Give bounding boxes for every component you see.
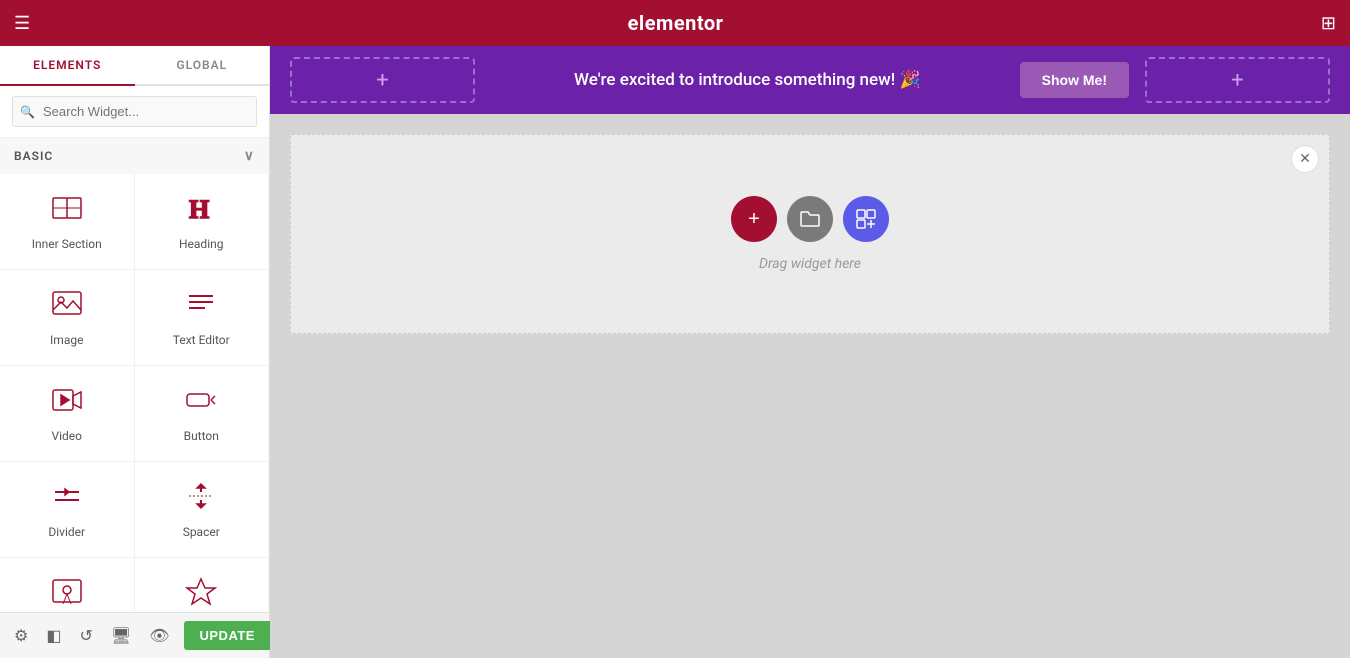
- sidebar-tabs: ELEMENTS GLOBAL: [0, 46, 269, 86]
- action-buttons: +: [731, 196, 889, 242]
- image-icon: [51, 288, 83, 325]
- widget-text-editor[interactable]: Text Editor: [135, 270, 270, 366]
- grid-icon[interactable]: ⊞: [1321, 13, 1336, 34]
- template-button[interactable]: [843, 196, 889, 242]
- logo: elementor: [628, 11, 724, 35]
- widget-video[interactable]: Video: [0, 366, 135, 462]
- tab-elements[interactable]: ELEMENTS: [0, 46, 135, 86]
- icon-widget-icon: [185, 576, 217, 612]
- button-icon: [185, 384, 217, 421]
- show-me-button[interactable]: Show Me!: [1020, 62, 1129, 98]
- tab-global[interactable]: GLOBAL: [135, 46, 270, 84]
- drag-hint: Drag widget here: [759, 256, 861, 272]
- chevron-down-icon: ∨: [244, 148, 255, 164]
- history-icon[interactable]: ↺: [75, 622, 96, 649]
- inner-section-icon: [51, 192, 83, 229]
- widget-inner-section[interactable]: Inner Section: [0, 174, 135, 270]
- widget-spacer[interactable]: Spacer: [135, 462, 270, 558]
- add-widget-button[interactable]: +: [731, 196, 777, 242]
- announcement-text: We're excited to introduce something new…: [491, 70, 1004, 90]
- search-wrapper: [12, 96, 257, 127]
- widget-button-label: Button: [184, 429, 219, 443]
- widget-divider-label: Divider: [48, 525, 85, 539]
- heading-icon: H: [185, 192, 217, 229]
- widget-image-label: Image: [50, 333, 83, 347]
- widget-spacer-label: Spacer: [183, 525, 220, 539]
- preview-icon[interactable]: 👁: [145, 622, 173, 649]
- text-editor-icon: [185, 288, 217, 325]
- basic-label: BASIC: [14, 149, 53, 163]
- folder-button[interactable]: [787, 196, 833, 242]
- basic-section-header[interactable]: BASIC ∨: [0, 138, 269, 174]
- svg-text:H: H: [189, 195, 209, 224]
- widgets-grid: Inner Section H Heading: [0, 174, 269, 612]
- widget-button[interactable]: Button: [135, 366, 270, 462]
- google-maps-icon: [51, 576, 83, 612]
- widget-text-editor-label: Text Editor: [173, 333, 230, 347]
- sidebar-footer: ⚙ ◧ ↺ 🖥 👁 UPDATE ▲: [0, 612, 269, 658]
- responsive-icon[interactable]: 🖥: [107, 622, 135, 649]
- section-block: ✕ +: [290, 134, 1330, 334]
- add-section-right[interactable]: +: [1145, 57, 1330, 103]
- update-button[interactable]: UPDATE: [184, 621, 271, 650]
- layers-icon[interactable]: ◧: [42, 622, 65, 649]
- widget-google-maps[interactable]: Google Maps: [0, 558, 135, 612]
- top-bar: ☰ elementor ⊞: [0, 0, 1350, 46]
- add-section-left-plus: +: [376, 68, 388, 93]
- canvas-content: ✕ +: [270, 114, 1350, 658]
- sidebar: ELEMENTS GLOBAL BASIC ∨: [0, 46, 270, 658]
- main-layout: ELEMENTS GLOBAL BASIC ∨: [0, 46, 1350, 658]
- add-section-left[interactable]: +: [290, 57, 475, 103]
- widget-video-label: Video: [51, 429, 82, 443]
- divider-icon: [51, 480, 83, 517]
- announcement-banner: + We're excited to introduce something n…: [270, 46, 1350, 114]
- search-input[interactable]: [12, 96, 257, 127]
- settings-icon[interactable]: ⚙: [10, 622, 32, 649]
- section-inner: +: [731, 196, 889, 272]
- widget-inner-section-label: Inner Section: [32, 237, 102, 251]
- spacer-icon: [185, 480, 217, 517]
- menu-icon[interactable]: ☰: [14, 13, 30, 34]
- widget-icon[interactable]: Icon: [135, 558, 270, 612]
- add-section-right-plus: +: [1231, 68, 1243, 93]
- widget-heading[interactable]: H Heading: [135, 174, 270, 270]
- close-button[interactable]: ✕: [1291, 145, 1319, 173]
- canvas-area: + We're excited to introduce something n…: [270, 46, 1350, 658]
- widget-heading-label: Heading: [179, 237, 224, 251]
- widget-divider[interactable]: Divider: [0, 462, 135, 558]
- widget-image[interactable]: Image: [0, 270, 135, 366]
- video-icon: [51, 384, 83, 421]
- sidebar-search: [0, 86, 269, 138]
